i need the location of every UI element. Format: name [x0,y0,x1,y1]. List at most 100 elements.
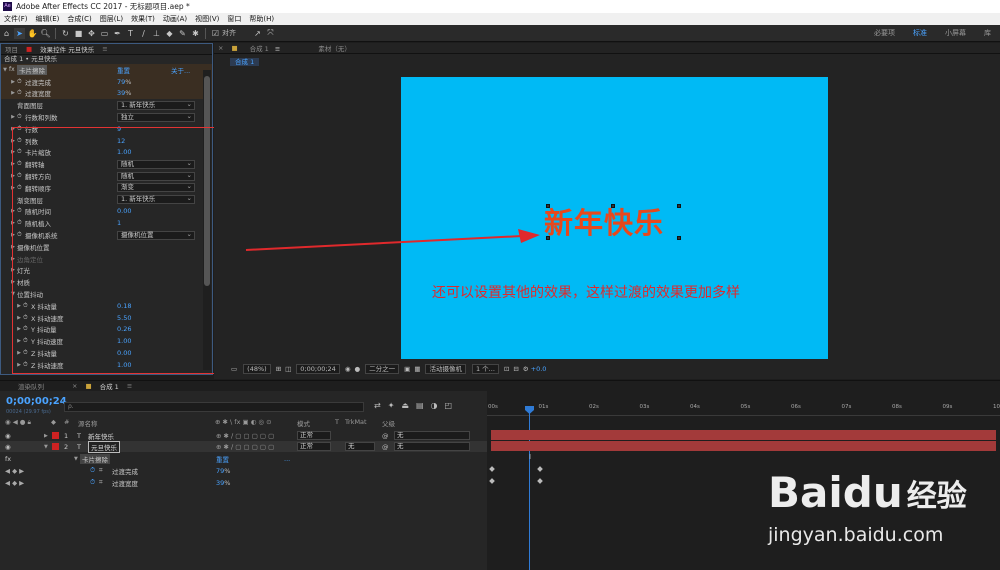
eraser-tool-icon[interactable]: ◆ [164,28,175,39]
stopwatch-icon[interactable]: ⏱︎ [17,89,25,97]
views-dropdown[interactable]: 1 个... [471,364,499,374]
subtab-comp[interactable]: 合成 1 [230,58,260,66]
brush-tool-icon[interactable]: ∕ [138,28,149,39]
layer-mode-dropdown[interactable]: 正常 [297,431,331,440]
collapse-arrow-icon[interactable]: ▼ [1,67,9,73]
shy-icon[interactable]: ⏏ [401,401,409,410]
tab-composition[interactable]: 合成 1 ≡ [242,43,285,53]
column-t[interactable]: T [335,418,339,426]
trkmat-dropdown[interactable]: 无 [345,442,375,451]
camera-dropdown[interactable]: 活动摄像机 [425,364,466,374]
visibility-icon[interactable]: ◉ [5,432,11,440]
effect-about-link[interactable]: 关于... [171,65,190,75]
hand-tool-icon[interactable]: ✋ [27,28,38,39]
flowchart-icon[interactable]: ⚙ [523,365,529,373]
param-dropdown[interactable]: 1. 新年快乐 [117,100,195,110]
effect-header[interactable]: ▼ fx 卡片擦除 重置 关于... [1,64,212,76]
stopwatch-icon[interactable]: ⏱︎ [90,478,95,487]
graph-icon[interactable]: ⌗ [99,478,103,487]
tab-footage[interactable]: 素材（无） [314,43,355,53]
workspace-small-screen[interactable]: 小屏幕 [936,28,975,38]
expand-arrow-icon[interactable]: ▶ [9,114,17,120]
camera-tool-icon[interactable]: ■ [73,28,84,39]
align-label[interactable]: 对齐 [222,28,236,38]
fx-icon[interactable]: fx [9,66,17,73]
expand-arrow-icon[interactable]: ▶ [9,90,17,96]
transform-handle[interactable] [546,236,550,240]
column-source-name[interactable]: 源名称 [78,418,98,428]
menu-window[interactable]: 窗口 [223,14,245,24]
roto-brush-tool-icon[interactable]: ✎ [177,28,188,39]
panel-menu-icon[interactable]: ≡ [123,382,136,390]
expand-arrow-icon[interactable]: ▶ [44,433,48,439]
effect-param-row[interactable]: ▶ ⏱︎ 过渡宽度 39% [1,87,212,100]
timeline-search-input[interactable]: ρ. [64,402,364,412]
pick-whip-icon[interactable]: @ [382,432,389,440]
lock-icon[interactable]: ■ [22,45,36,53]
effect-row[interactable]: fx ▼ 卡片擦除 重置... [0,453,487,464]
timeline-icon[interactable]: ⊟ [513,365,518,373]
snap-option-icon[interactable]: ↗ [252,28,263,39]
layer-switches[interactable]: ⊕ ✱ ∕ ▢ ▢ ▢ ▢ ▢ [216,432,274,440]
property-row[interactable]: ◀ ◆ ▶ ⏱︎ ⌗ 过渡完成 79% [0,465,487,476]
transform-handle[interactable] [677,204,681,208]
color-channel-icon[interactable]: ● [355,365,361,373]
effect-param-row[interactable]: ▶ ⏱︎ 过渡完成 79% [1,75,212,88]
menu-edit[interactable]: 编辑(E) [32,14,64,24]
region-icon[interactable]: ▣ [404,365,410,373]
column-trkmat[interactable]: TrkMat [345,418,367,426]
layer-name[interactable]: 元旦快乐 [88,440,120,453]
camera-icon[interactable]: ◉ [345,365,351,373]
keyframe-nav-icon[interactable]: ◀ ◆ ▶ [5,467,24,475]
property-row[interactable]: ◀ ◆ ▶ ⏱︎ ⌗ 过渡宽度 39% [0,477,487,488]
tab-effect-controls[interactable]: 效果控件 元旦快乐 [36,44,98,54]
keyframe-nav-icon[interactable]: ◀ ◆ ▶ [5,479,24,487]
transform-handle[interactable] [611,204,615,208]
stopwatch-icon[interactable]: ⏱︎ [17,113,25,121]
stopwatch-icon[interactable]: ⏱︎ [90,466,95,475]
puppet-tool-icon[interactable]: ✱ [190,28,201,39]
table-row[interactable]: ◉ ▼ 2 T 元旦快乐 ⊕ ✱ ∕ ▢ ▢ ▢ ▢ ▢ 正常 无 @ 无 [0,440,487,453]
workspace-library[interactable]: 库 [975,28,1000,38]
effect-reset-link[interactable]: 重置 [117,65,130,75]
expand-arrow-icon[interactable]: ▶ [9,79,17,85]
column-mode[interactable]: 模式 [297,418,310,428]
close-icon[interactable]: × [214,44,227,52]
snap-checkbox-icon[interactable]: ☑ [210,28,221,39]
workspace-standard[interactable]: 标准 [904,28,936,38]
type-tool-icon[interactable]: T [125,28,136,39]
menu-composition[interactable]: 合成(C) [63,14,95,24]
stopwatch-icon[interactable]: ⏱︎ [17,78,25,86]
tab-project[interactable]: 项目 [1,44,22,54]
time-ruler[interactable]: 00s 01s 02s 03s 04s 05s 06s 07s 08s 09s 10s [487,402,1000,416]
close-icon[interactable]: × [68,382,81,390]
exposure-value[interactable]: +0.0 [531,365,547,373]
panel-menu-icon[interactable]: ≡ [98,45,111,53]
motion-blur-icon[interactable]: ◑ [431,401,438,410]
draft-3d-icon[interactable]: ✦ [388,401,395,410]
safe-zones-icon[interactable]: ⊞ [276,365,281,373]
rotate-tool-icon[interactable]: ↻ [60,28,71,39]
rectangle-tool-icon[interactable]: ▭ [99,28,110,39]
menu-effect[interactable]: 效果(T) [127,14,159,24]
workspace-essentials[interactable]: 必要项 [865,28,904,38]
graph-icon[interactable]: ⌗ [99,466,103,475]
transform-handle[interactable] [677,236,681,240]
comp-mini-flowchart-icon[interactable]: ⇄ [374,401,381,410]
pan-behind-tool-icon[interactable]: ✥ [86,28,97,39]
collapse-arrow-icon[interactable]: ▼ [74,456,78,462]
tab-timeline-comp[interactable]: 合成 1 [96,381,123,391]
snapshot-icon[interactable]: ◫ [285,365,291,373]
property-value[interactable]: 39% [216,479,230,487]
property-value[interactable]: 79% [216,467,230,475]
label-color-swatch[interactable] [52,432,59,439]
fast-preview-icon[interactable]: ⊡ [504,365,509,373]
menu-layer[interactable]: 图层(L) [96,14,127,24]
monitor-icon[interactable]: ▭ [231,365,237,373]
selection-tool-icon[interactable]: ➤ [14,27,25,39]
parent-dropdown[interactable]: 无 [394,431,470,440]
expand-arrow-icon[interactable]: ▼ [44,444,48,450]
label-color-swatch[interactable] [52,443,59,450]
menu-animation[interactable]: 动画(A) [159,14,191,24]
effect-options-link[interactable]: ... [284,455,290,463]
